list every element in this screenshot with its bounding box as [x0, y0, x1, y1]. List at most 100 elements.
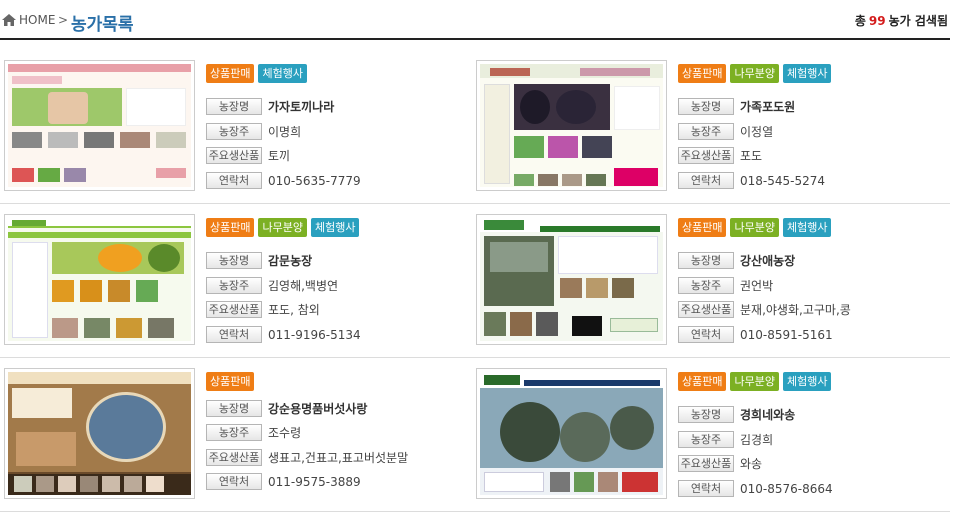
farm-product-row: 주요생산품 생표고,건표고,표고버섯분말: [206, 449, 408, 466]
badge-sale[interactable]: 상품판매: [206, 64, 255, 83]
farm-product-row: 주요생산품 와송: [678, 455, 762, 472]
label-main-product: 주요생산품: [206, 147, 262, 164]
farm-card: 상품판매 나무분양 체험행사 농장명 강산애농장 농장주 권언박 주요생산품 분…: [476, 214, 946, 354]
label-contact: 연락처: [678, 326, 734, 343]
farm-owner: 조수령: [268, 426, 302, 440]
badge-experience[interactable]: 체험행사: [310, 218, 360, 237]
farm-thumbnail[interactable]: [4, 214, 195, 345]
farm-owner-row: 농장주 김경희: [678, 431, 773, 448]
badge-experience[interactable]: 체험행사: [782, 218, 832, 237]
farm-name-row: 농장명 가자토끼나라: [206, 98, 334, 115]
farm-owner: 김경희: [740, 433, 774, 447]
farm-contact-row: 연락처 010-8591-5161: [678, 326, 833, 343]
badge-tree-adoption[interactable]: 나무분양: [730, 64, 779, 83]
label-farm-name: 농장명: [678, 98, 734, 115]
farm-owner: 이명희: [268, 125, 302, 139]
farm-name[interactable]: 경희네와송: [740, 406, 795, 423]
farm-contact: 018-545-5274: [740, 173, 826, 188]
farm-contact: 011-9575-3889: [268, 474, 361, 489]
farm-name-row: 농장명 강순용명품버섯사랑: [206, 400, 367, 417]
farm-name-row: 농장명 강산애농장: [678, 252, 795, 269]
farm-owner-row: 농장주 이정열: [678, 123, 773, 140]
farm-card: 상품판매 농장명 강순용명품버섯사랑 농장주 조수령 주요생산품 생표고,건표고…: [4, 368, 474, 508]
label-main-product: 주요생산품: [678, 455, 734, 472]
badge-experience[interactable]: 체험행사: [782, 64, 832, 83]
label-main-product: 주요생산품: [206, 449, 262, 466]
farm-product-row: 주요생산품 포도, 참외: [206, 301, 320, 318]
badge-sale[interactable]: 상품판매: [678, 218, 727, 237]
label-farm-owner: 농장주: [678, 431, 734, 448]
farm-product: 와송: [740, 457, 763, 471]
farm-thumbnail[interactable]: [4, 60, 195, 191]
farm-card: 상품판매 나무분양 체험행사 농장명 경희네와송 농장주 김경희 주요생산품 와…: [476, 368, 946, 508]
farm-owner-row: 농장주 권언박: [678, 277, 773, 294]
label-contact: 연락처: [678, 172, 734, 189]
farm-product: 생표고,건표고,표고버섯분말: [268, 451, 409, 465]
farm-name[interactable]: 강순용명품버섯사랑: [268, 400, 367, 417]
label-main-product: 주요생산품: [206, 301, 262, 318]
farm-thumbnail[interactable]: [476, 60, 667, 191]
farm-contact: 011-9196-5134: [268, 327, 361, 342]
badge-experience[interactable]: 체험행사: [258, 64, 307, 83]
result-count-suffix: 농가 검색됨: [888, 14, 948, 28]
label-main-product: 주요생산품: [678, 301, 734, 318]
farm-owner: 이정열: [740, 125, 774, 139]
label-farm-name: 농장명: [206, 252, 262, 269]
label-contact: 연락처: [206, 326, 262, 343]
farm-product-row: 주요생산품 분재,야생화,고구마,콩: [678, 301, 851, 318]
badge-tree-adoption[interactable]: 나무분양: [730, 218, 779, 237]
label-contact: 연락처: [206, 172, 262, 189]
service-badges: 상품판매 체험행사: [206, 64, 307, 83]
badge-sale[interactable]: 상품판매: [678, 372, 727, 391]
farm-card: 상품판매 나무분양 체험행사 농장명 감문농장 농장주 김영해,백병연 주요생산…: [4, 214, 474, 354]
page-header: HOME > 농가목록 총 99 농가 검색됨: [0, 0, 950, 40]
label-farm-name: 농장명: [206, 98, 262, 115]
home-icon[interactable]: [2, 14, 16, 26]
service-badges: 상품판매 나무분양 체험행사: [678, 64, 832, 83]
row-divider: [0, 357, 950, 358]
farm-card: 상품판매 나무분양 체험행사 농장명 가족포도원 농장주 이정열 주요생산품 포…: [476, 60, 946, 200]
farm-owner: 김영해,백병연: [268, 279, 339, 293]
result-count: 총 99 농가 검색됨: [855, 12, 948, 29]
farm-product-row: 주요생산품 포도: [678, 147, 762, 164]
label-farm-owner: 농장주: [206, 277, 262, 294]
farm-owner-row: 농장주 조수령: [206, 424, 301, 441]
label-contact: 연락처: [206, 473, 262, 490]
label-farm-owner: 농장주: [206, 123, 262, 140]
farm-name[interactable]: 감문농장: [268, 252, 312, 269]
label-farm-name: 농장명: [678, 406, 734, 423]
farm-name-row: 농장명 감문농장: [206, 252, 312, 269]
badge-tree-adoption[interactable]: 나무분양: [730, 372, 779, 391]
label-farm-name: 농장명: [206, 400, 262, 417]
farm-product: 포도: [740, 149, 763, 163]
badge-sale[interactable]: 상품판매: [206, 372, 255, 391]
label-farm-name: 농장명: [678, 252, 734, 269]
result-count-prefix: 총: [854, 14, 866, 28]
farm-card: 상품판매 체험행사 농장명 가자토끼나라 농장주 이명희 주요생산품 토끼 연락…: [4, 60, 474, 200]
badge-experience[interactable]: 체험행사: [782, 372, 832, 391]
result-count-number: 99: [868, 14, 886, 28]
farm-owner-row: 농장주 김영해,백병연: [206, 277, 338, 294]
farm-product: 분재,야생화,고구마,콩: [740, 303, 851, 317]
badge-sale[interactable]: 상품판매: [678, 64, 727, 83]
badge-tree-adoption[interactable]: 나무분양: [258, 218, 307, 237]
service-badges: 상품판매: [206, 372, 255, 391]
service-badges: 상품판매 나무분양 체험행사: [678, 218, 832, 237]
farm-thumbnail[interactable]: [4, 368, 195, 499]
farm-name[interactable]: 강산애농장: [740, 252, 795, 269]
row-divider: [0, 511, 950, 512]
farm-thumbnail[interactable]: [476, 368, 667, 499]
badge-sale[interactable]: 상품판매: [206, 218, 255, 237]
breadcrumb-home[interactable]: HOME: [19, 13, 55, 27]
farm-contact: 010-8591-5161: [740, 327, 833, 342]
breadcrumb-separator: >: [58, 13, 69, 27]
farm-product: 포도, 참외: [268, 303, 320, 317]
farm-thumbnail[interactable]: [476, 214, 667, 345]
label-contact: 연락처: [678, 480, 734, 497]
service-badges: 상품판매 나무분양 체험행사: [678, 372, 832, 391]
farm-contact-row: 연락처 011-9196-5134: [206, 326, 361, 343]
page-title: 농가목록: [71, 15, 134, 35]
farm-owner-row: 농장주 이명희: [206, 123, 301, 140]
farm-name[interactable]: 가자토끼나라: [268, 98, 334, 115]
farm-name[interactable]: 가족포도원: [740, 98, 795, 115]
